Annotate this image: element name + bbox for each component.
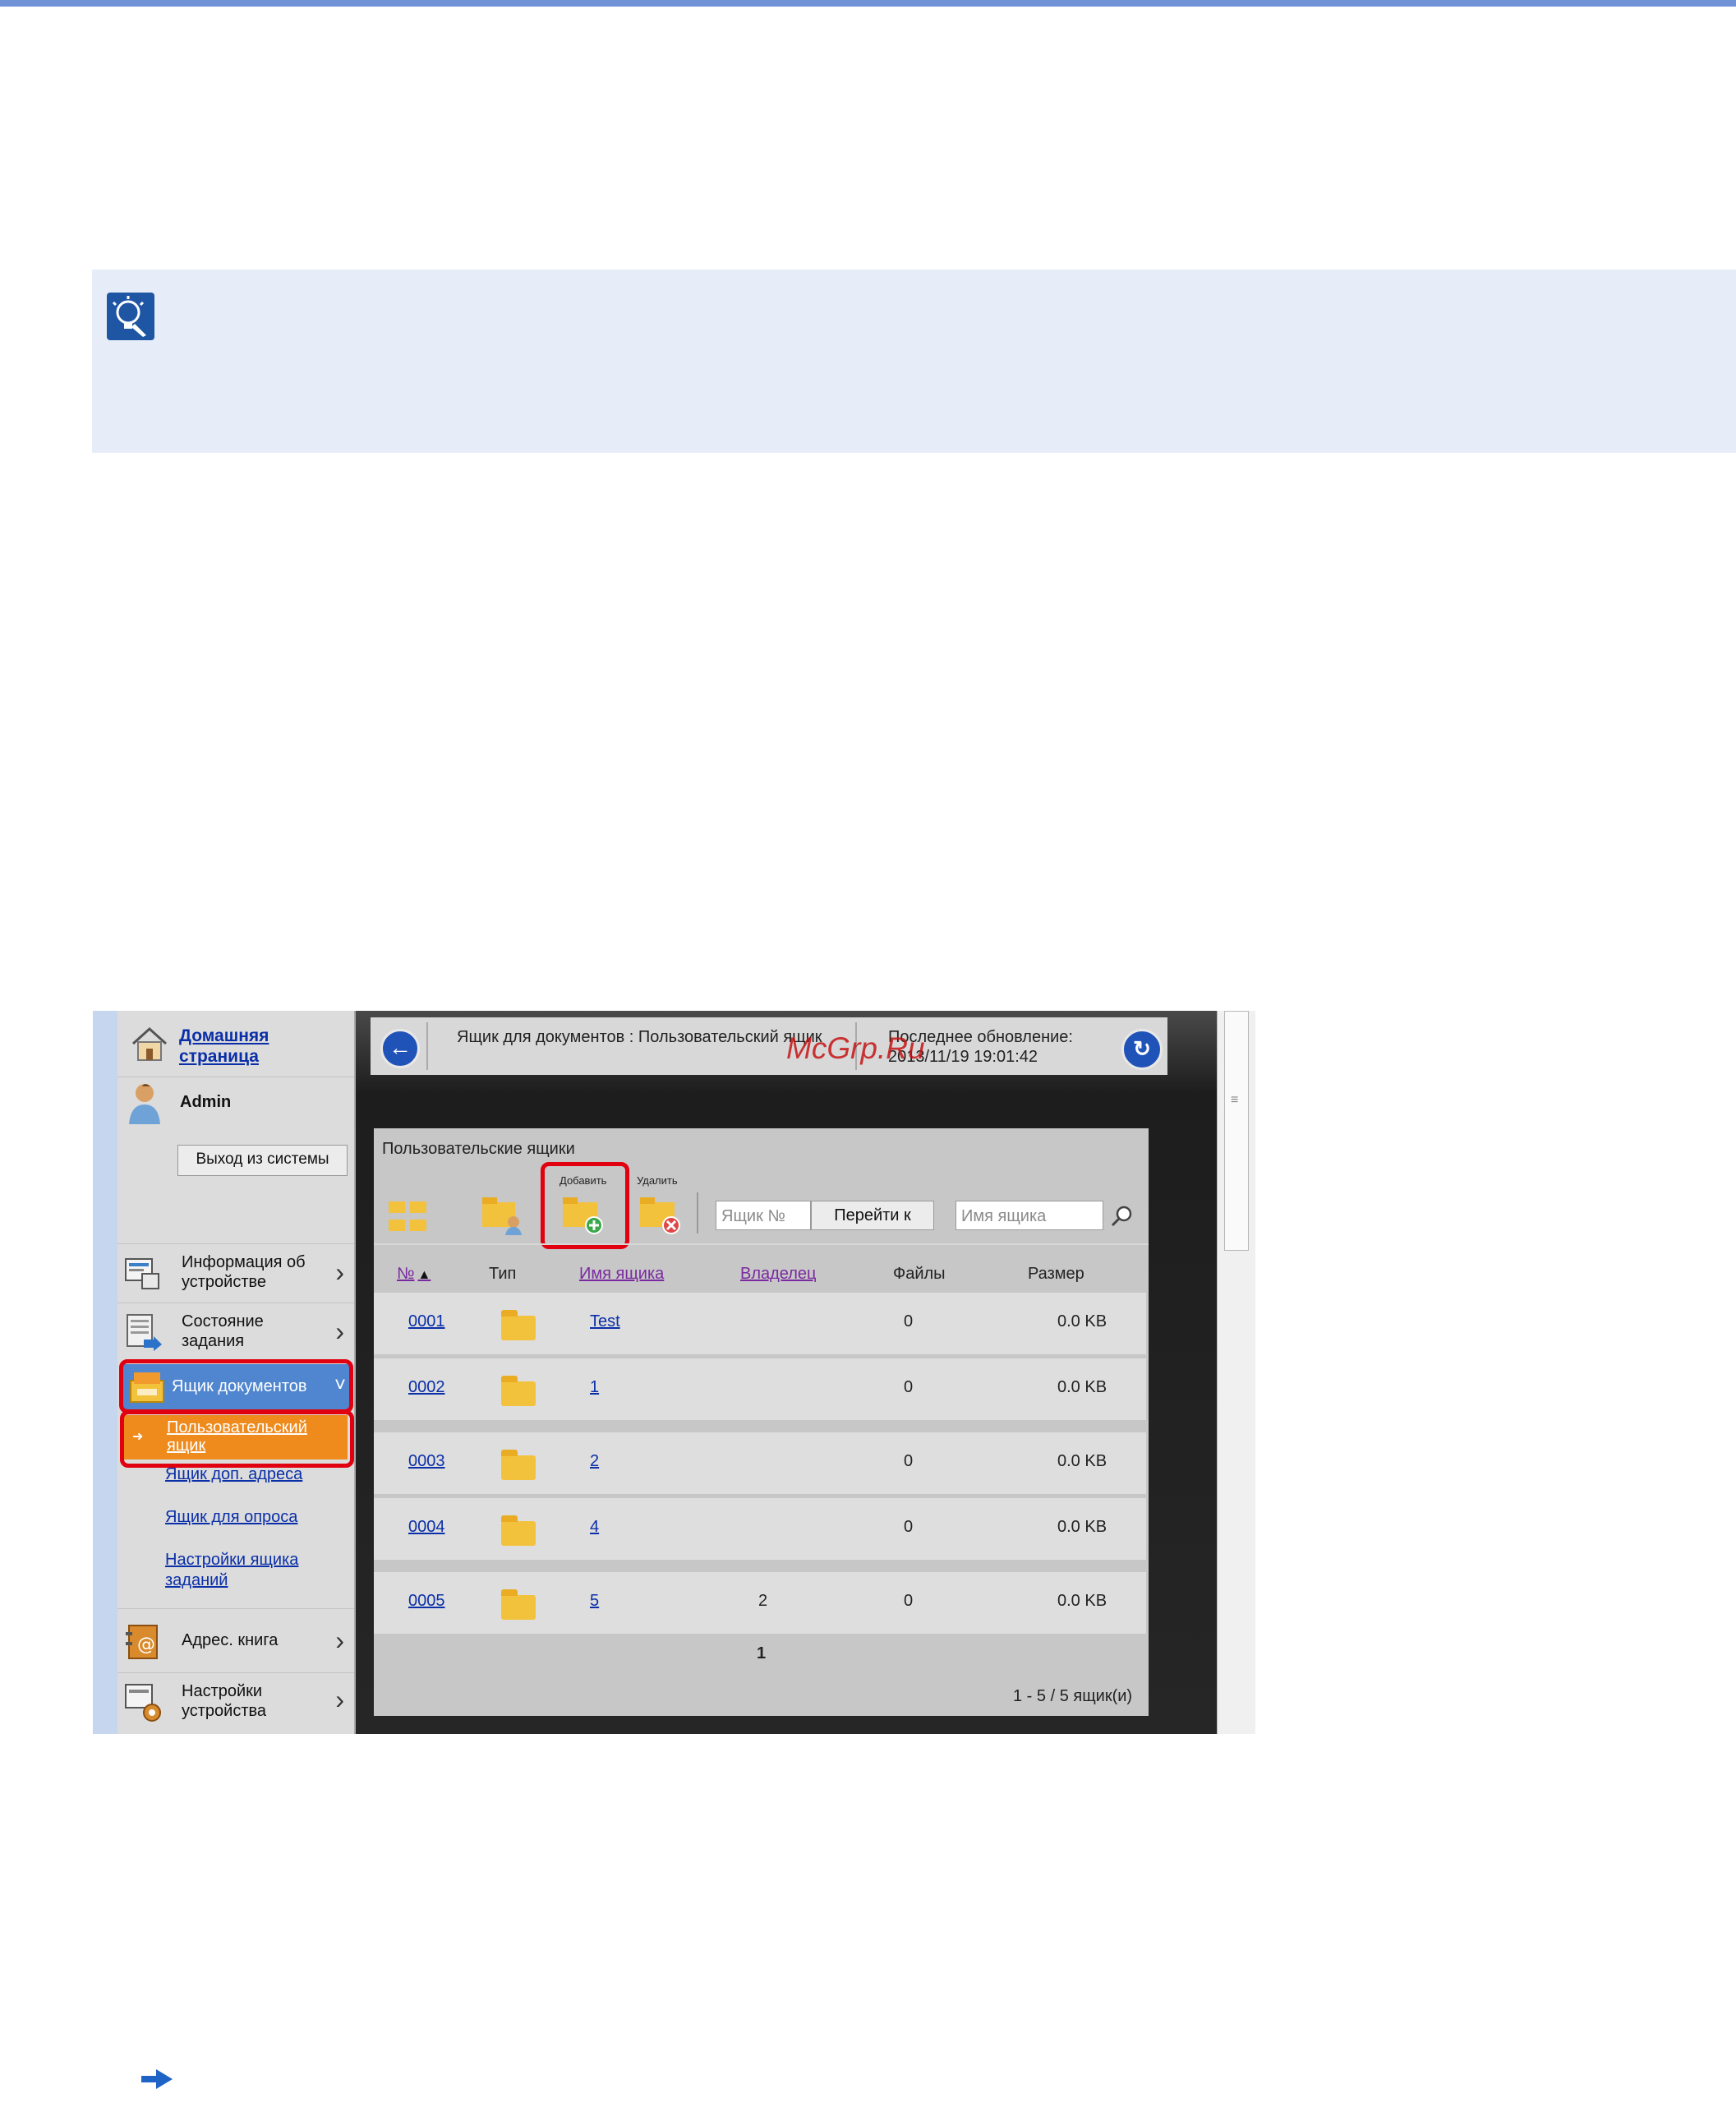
box-size: 0.0 KB (1057, 1518, 1107, 1536)
job-status-icon (127, 1314, 162, 1351)
folder-icon (501, 1589, 536, 1620)
folder-icon (501, 1450, 536, 1480)
chevron-right-icon: › (335, 1685, 344, 1714)
hint-box (92, 270, 1736, 453)
delete-label: Удалить (637, 1174, 678, 1187)
nav-item-device-info[interactable]: Информация об устройстве › (117, 1243, 354, 1303)
box-number[interactable]: 0005 (408, 1592, 445, 1611)
highlight-frame (120, 1410, 354, 1468)
col-header-box-name[interactable]: Имя ящика (579, 1265, 664, 1284)
box-name[interactable]: 5 (590, 1592, 599, 1611)
nav-label: Информация об устройстве (182, 1253, 306, 1291)
table-row[interactable]: 0004 4 0 0.0 KB (374, 1498, 1146, 1560)
box-files: 0 (904, 1312, 914, 1330)
user-name: Admin (180, 1093, 232, 1111)
user-avatar-icon (129, 1084, 160, 1124)
folder-icon (501, 1376, 536, 1406)
svg-text:@: @ (137, 1635, 155, 1655)
address-book-icon: @ (126, 1625, 158, 1659)
home-icon[interactable] (130, 1026, 169, 1062)
box-size: 0.0 KB (1057, 1452, 1107, 1470)
box-files: 0 (904, 1452, 914, 1470)
box-number[interactable]: 0002 (408, 1378, 445, 1397)
box-name[interactable]: 4 (590, 1518, 599, 1537)
box-name[interactable]: Test (590, 1312, 620, 1331)
divider (374, 1243, 1149, 1245)
user-boxes-panel: Пользовательские ящики Добавить Удалить (374, 1128, 1149, 1716)
box-number[interactable]: 0003 (408, 1452, 445, 1471)
nav-label: Состояние задания (182, 1312, 264, 1350)
table-row[interactable]: 0001 Test 0 0.0 KB (374, 1293, 1146, 1354)
scrollbar-thumb[interactable] (1224, 1011, 1249, 1251)
divider (426, 1022, 428, 1070)
box-number[interactable]: 0004 (408, 1518, 445, 1537)
box-owner: 2 (758, 1592, 768, 1610)
box-name-input[interactable]: Имя ящика (955, 1201, 1103, 1230)
watermark: McGrp.Ru (786, 1031, 925, 1065)
col-header-type: Тип (489, 1265, 517, 1283)
goto-button[interactable]: Перейти к (811, 1201, 934, 1230)
back-arrow-icon[interactable]: ← (380, 1029, 420, 1068)
logout-button[interactable]: Выход из системы (177, 1145, 348, 1176)
box-files: 0 (904, 1378, 914, 1396)
folder-icon (501, 1515, 536, 1546)
col-header-no[interactable]: № ▲ (397, 1265, 431, 1284)
window-edge (93, 1011, 117, 1734)
box-name[interactable]: 2 (590, 1452, 599, 1471)
refresh-icon[interactable]: ↻ (1121, 1029, 1163, 1070)
nav-item-job-status[interactable]: Состояние задания › (117, 1303, 354, 1363)
lightbulb-hint-icon (107, 293, 154, 340)
subitem-job-box-settings[interactable]: Настройки ящика заданий (165, 1550, 321, 1591)
highlight-frame (541, 1162, 629, 1249)
table-row[interactable]: 0002 1 0 0.0 KB (374, 1358, 1146, 1420)
col-header-size: Размер (1028, 1265, 1084, 1283)
table-row[interactable]: 0003 2 0 0.0 KB (374, 1432, 1146, 1494)
device-info-icon (125, 1258, 159, 1289)
highlight-frame (119, 1359, 353, 1413)
box-name[interactable]: 1 (590, 1378, 599, 1397)
chevron-right-icon: › (335, 1317, 344, 1346)
folder-icon (501, 1310, 536, 1340)
home-link[interactable]: Домашняя страница (179, 1026, 319, 1067)
nav-label: Адрес. книга (182, 1631, 279, 1649)
sort-ascending-icon: ▲ (417, 1268, 431, 1282)
box-size: 0.0 KB (1057, 1378, 1107, 1396)
box-size: 0.0 KB (1057, 1592, 1107, 1610)
divider (697, 1192, 698, 1234)
top-accent-bar (0, 0, 1736, 7)
header-strip: ← Ящик для документов : Пользовательский… (371, 1017, 1167, 1075)
grid-view-icon[interactable] (387, 1198, 430, 1234)
panel-title: Пользовательские ящики (382, 1140, 575, 1158)
table-row[interactable]: 0005 5 2 0 0.0 KB (374, 1572, 1146, 1634)
breadcrumb: Ящик для документов : Пользовательский я… (457, 1028, 822, 1046)
device-settings-icon (125, 1684, 161, 1722)
arrow-right-icon (141, 2069, 173, 2089)
chevron-right-icon: › (335, 1626, 344, 1655)
subitem-extra-address-box[interactable]: Ящик доп. адреса (165, 1464, 302, 1485)
box-size: 0.0 KB (1057, 1312, 1107, 1330)
vertical-scrollbar[interactable]: ≡ (1217, 1011, 1255, 1734)
subitem-polling-box[interactable]: Ящик для опроса (165, 1507, 297, 1528)
col-header-no-label: № (397, 1265, 415, 1283)
box-files: 0 (904, 1518, 914, 1536)
col-header-owner[interactable]: Владелец (740, 1265, 817, 1284)
box-count: 1 - 5 / 5 ящик(и) (1013, 1687, 1133, 1705)
scrollbar-grip-icon: ≡ (1231, 1093, 1239, 1107)
box-number-input[interactable]: Ящик № (716, 1201, 811, 1230)
delete-box-icon[interactable] (638, 1194, 683, 1235)
chevron-right-icon: › (335, 1257, 344, 1287)
box-number[interactable]: 0001 (408, 1312, 445, 1331)
page-number[interactable]: 1 (757, 1644, 766, 1663)
owner-folder-icon[interactable] (481, 1194, 525, 1235)
nav-item-address-book[interactable]: @ Адрес. книга › (117, 1608, 354, 1673)
search-icon[interactable] (1110, 1204, 1135, 1229)
nav-item-device-settings[interactable]: Настройки устройства › (117, 1672, 354, 1734)
nav-label: Настройки устройства (182, 1682, 267, 1720)
box-files: 0 (904, 1592, 914, 1610)
web-ui-screenshot: Домашняя страница Admin Выход из системы… (93, 1011, 1255, 1734)
col-header-files: Файлы (893, 1265, 946, 1283)
